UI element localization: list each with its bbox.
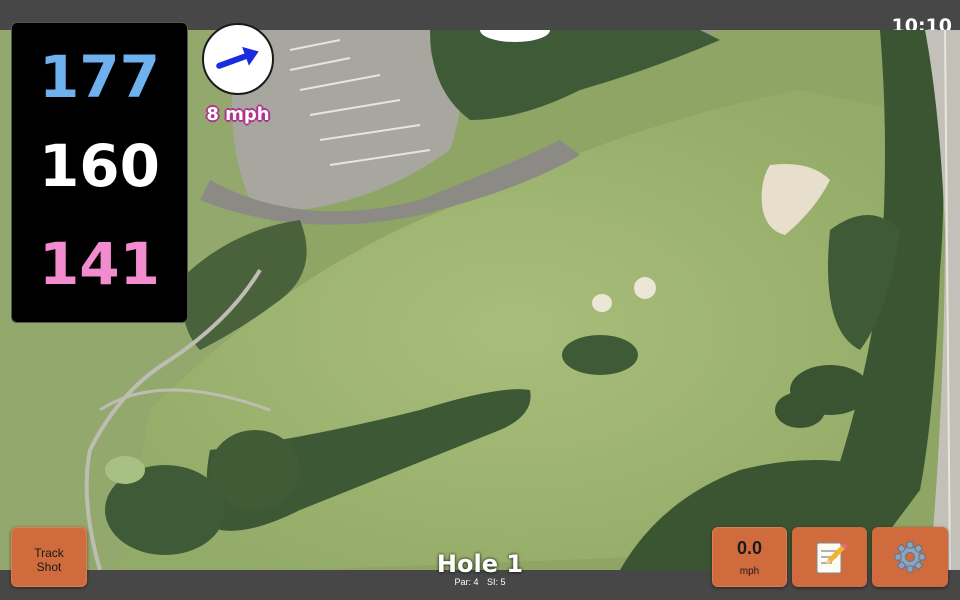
distance-middle: 160	[38, 132, 161, 200]
hole-info: Par: 4 SI: 5	[380, 577, 580, 587]
hole-title: Hole 1	[436, 550, 524, 578]
memo-icon	[816, 542, 848, 574]
distance-front: 141	[38, 230, 161, 298]
speed-button[interactable]: 0.0 mph	[712, 527, 787, 587]
notes-button[interactable]	[792, 527, 867, 587]
speed-value: 0.0	[736, 538, 763, 558]
hole-par: Par: 4	[454, 577, 479, 587]
speed-unit: mph	[739, 566, 760, 577]
track-shot-button[interactable]: Track Shot	[11, 527, 87, 587]
distance-back: 177	[38, 43, 161, 111]
wind-speed: 8 mph	[206, 104, 270, 125]
track-shot-label-1: Track	[34, 546, 64, 560]
gear-icon	[894, 541, 926, 573]
wind-direction-arrow-icon	[216, 46, 259, 69]
wind-indicator	[202, 23, 274, 95]
distance-panel: 177 160 141	[11, 22, 188, 323]
settings-button[interactable]	[872, 527, 948, 587]
track-shot-label-2: Shot	[36, 560, 62, 574]
hole-stroke-index: SI: 5	[487, 577, 506, 587]
